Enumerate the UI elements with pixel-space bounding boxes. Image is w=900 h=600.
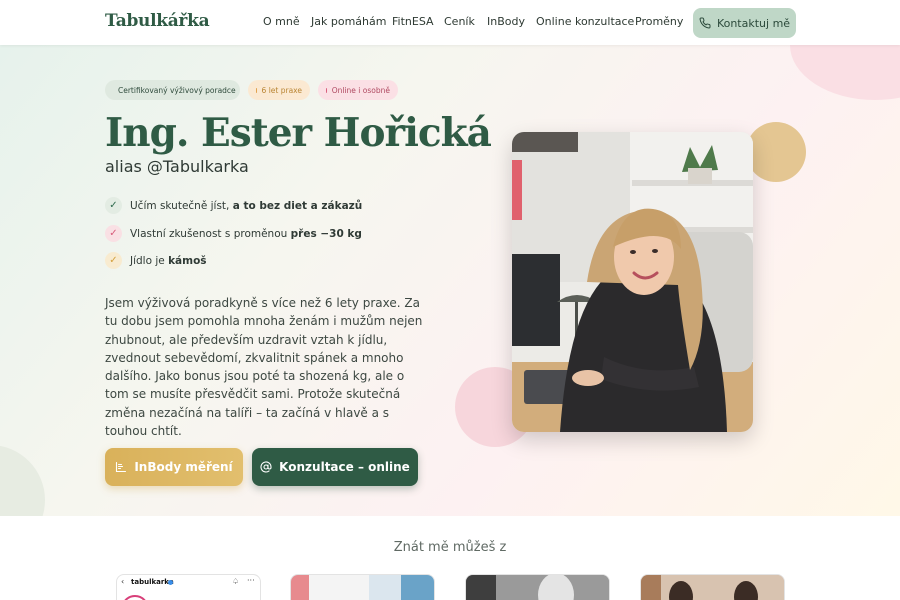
nav-item-promeny[interactable]: Proměny <box>635 15 683 28</box>
konzultace-button-label: Konzultace – online <box>279 460 410 474</box>
phone-icon <box>699 17 711 29</box>
portrait-illustration <box>512 132 753 432</box>
media-card-3[interactable] <box>465 574 610 600</box>
page-title: Ing. Ester Hořická <box>105 110 492 156</box>
site-logo[interactable]: Tabulkářka <box>105 11 210 31</box>
media-card-instagram[interactable]: ‹ tabulkarka ♤ ··· <box>116 574 261 600</box>
badge-certified: Certifikovaný výživový poradce <box>105 80 240 100</box>
avatar <box>121 595 149 600</box>
benefit-text: Vlastní zkušenost s proměnou přes −30 kg <box>130 227 362 240</box>
intro-paragraph: Jsem výživová poradkyně s více než 6 let… <box>105 296 423 439</box>
benefit-item: ✓ Učím skutečně jíst, a to bez diet a zá… <box>105 197 362 214</box>
verified-icon <box>168 580 173 585</box>
hero-section: Certifikovaný výživový poradce 6 let pra… <box>0 45 900 516</box>
nav-item-online-konzultace[interactable]: Online konzultace <box>536 15 634 28</box>
decor-circle-gold <box>746 122 806 182</box>
badge-label: Certifikovaný výživový poradce <box>118 85 236 95</box>
dot-icon <box>326 87 327 93</box>
back-arrow-icon: ‹ <box>121 577 125 586</box>
check-icon: ✓ <box>105 197 122 214</box>
media-thumbnail <box>641 575 784 600</box>
nav-item-o-mne[interactable]: O mně <box>263 15 300 28</box>
top-navbar: Tabulkářka O mně Jak pomáhám FitnESA Cen… <box>0 0 900 45</box>
decor-circle-green <box>0 445 45 516</box>
benefit-text: Jídlo je kámoš <box>130 254 207 267</box>
media-card-2[interactable] <box>290 574 435 600</box>
benefit-item: ✓ Vlastní zkušenost s proměnou přes −30 … <box>105 225 362 242</box>
decor-blob <box>790 45 900 100</box>
check-icon: ✓ <box>105 225 122 242</box>
badge-experience: 6 let praxe <box>248 80 310 100</box>
inbody-button-label: InBody měření <box>134 460 233 474</box>
contact-button[interactable]: Kontaktuj mě <box>693 8 796 38</box>
dot-icon <box>256 87 257 93</box>
benefit-text: Učím skutečně jíst, a to bez diet a záka… <box>130 199 363 212</box>
alias-subtitle: alias @Tabulkarka <box>105 157 249 176</box>
check-icon: ✓ <box>105 252 122 269</box>
media-card-4[interactable] <box>640 574 785 600</box>
nav-item-jak-pomaham[interactable]: Jak pomáhám <box>311 15 386 28</box>
section-heading: Znát mě můžeš z <box>393 540 507 555</box>
badge-label: 6 let praxe <box>261 85 302 95</box>
media-thumbnail <box>291 575 434 600</box>
at-icon <box>260 461 272 473</box>
bell-icon: ♤ <box>232 577 240 586</box>
nav-item-inbody[interactable]: InBody <box>487 15 525 28</box>
badge-label: Online i osobně <box>331 85 390 95</box>
benefit-item: ✓ Jídlo je kámoš <box>105 252 207 269</box>
chart-icon <box>116 461 127 473</box>
badge-online: Online i osobně <box>318 80 398 100</box>
konzultace-button[interactable]: Konzultace – online <box>252 448 418 486</box>
portrait-photo <box>512 132 753 432</box>
media-thumbnail <box>466 575 609 600</box>
nav-item-cenik[interactable]: Ceník <box>444 15 475 28</box>
nav-item-fitnesa[interactable]: FitnESA <box>392 15 434 28</box>
inbody-button[interactable]: InBody měření <box>105 448 243 486</box>
more-icon: ··· <box>247 576 255 585</box>
contact-button-label: Kontaktuj mě <box>716 16 791 30</box>
